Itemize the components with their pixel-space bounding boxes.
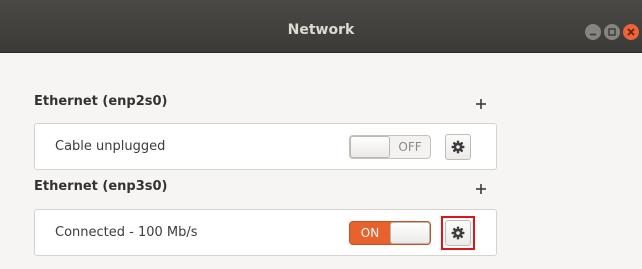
connection-card-enp2s0: Cable unplugged OFF — [34, 123, 497, 170]
settings-button[interactable] — [445, 134, 471, 160]
connection-toggle[interactable]: OFF — [349, 135, 431, 159]
add-connection-button-enp2s0[interactable] — [474, 96, 488, 110]
gear-icon — [451, 226, 465, 240]
toggle-label: OFF — [398, 140, 422, 154]
connection-status: Cable unplugged — [55, 139, 166, 154]
section-heading-enp2s0: Ethernet (enp2s0) — [34, 94, 168, 109]
settings-button[interactable] — [445, 220, 471, 246]
minimize-button[interactable] — [585, 24, 601, 40]
plus-icon — [476, 99, 486, 109]
connection-card-enp3s0: Connected - 100 Mb/s ON — [34, 209, 497, 256]
add-connection-button-enp3s0[interactable] — [474, 181, 488, 195]
gear-icon — [451, 140, 465, 154]
toggle-knob — [390, 222, 430, 244]
maximize-button[interactable] — [604, 24, 620, 40]
close-icon — [627, 28, 635, 36]
title-bar: Network — [0, 0, 642, 53]
section-heading-enp3s0: Ethernet (enp3s0) — [34, 179, 168, 194]
toggle-label: ON — [360, 226, 380, 240]
plus-icon — [476, 184, 486, 194]
window-controls — [585, 24, 639, 40]
connection-status: Connected - 100 Mb/s — [55, 225, 198, 240]
toggle-knob — [350, 136, 390, 158]
connection-toggle[interactable]: ON — [349, 221, 431, 245]
window-title: Network — [287, 22, 355, 38]
minimize-icon — [590, 33, 596, 36]
maximize-icon — [608, 28, 616, 36]
close-button[interactable] — [623, 24, 639, 40]
